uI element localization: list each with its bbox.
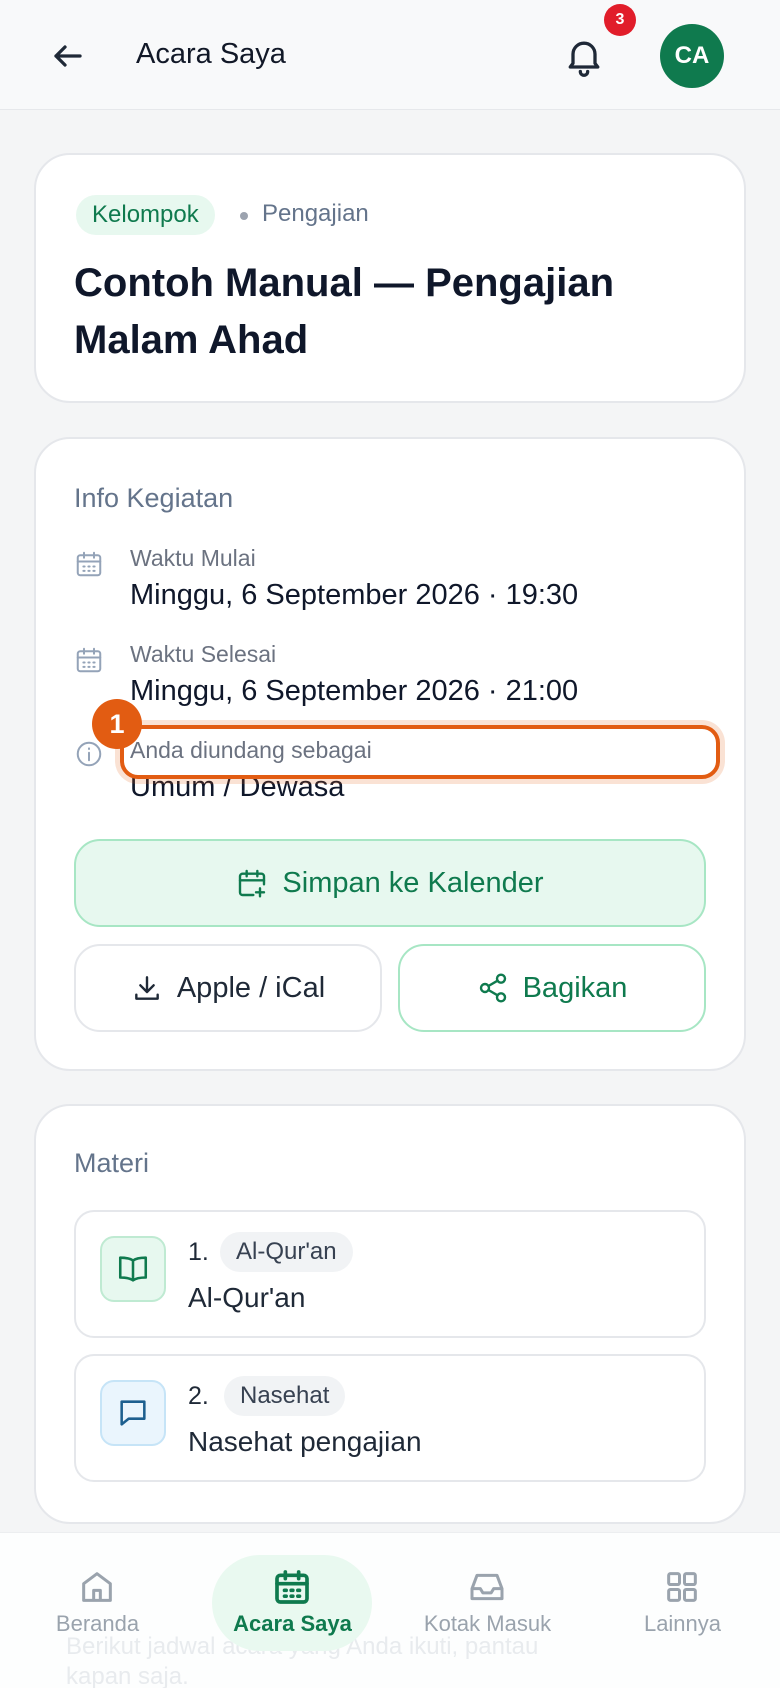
material-number: 2.	[188, 1382, 209, 1410]
start-time-label: Waktu Mulai	[130, 545, 256, 571]
materials-card: Materi 1. Al-Qur'an Al-Qur'an 2. Nasehat…	[34, 1104, 746, 1524]
material-title: Nasehat pengajian	[188, 1426, 422, 1457]
nav-item-lainnya[interactable]: Lainnya	[585, 1533, 780, 1688]
ical-label: Apple / iCal	[176, 971, 326, 1004]
list-item[interactable]: 1. Al-Qur'an Al-Qur'an	[74, 1210, 706, 1338]
share-icon	[479, 973, 506, 1003]
step-marker: 1	[92, 699, 142, 749]
save-to-calendar-label: Simpan ke Kalender	[282, 866, 544, 899]
material-tag: Al-Qur'an	[220, 1232, 353, 1272]
nav-label: Beranda	[55, 1611, 140, 1636]
calendar-icon	[76, 647, 102, 673]
end-time-value: Minggu, 6 September 2026 · 21:00	[130, 675, 579, 707]
nav-item-acara-saya[interactable]: Acara Saya	[195, 1533, 390, 1688]
download-icon	[134, 976, 159, 1000]
separator-dot	[240, 212, 248, 220]
avatar[interactable]: CA	[660, 24, 724, 88]
notification-badge: 3	[604, 4, 636, 36]
nav-label: Lainnya	[643, 1611, 722, 1636]
event-header-card: Kelompok Pengajian Contoh Manual — Penga…	[34, 153, 746, 403]
inbox-icon	[470, 1573, 504, 1601]
share-button[interactable]: Bagikan	[398, 944, 706, 1032]
calendar-plus-icon	[239, 869, 266, 898]
material-tag: Nasehat	[224, 1376, 346, 1416]
info-card: Info Kegiatan Waktu Mulai Minggu, 6 Sept…	[34, 437, 746, 1071]
end-time-label: Waktu Selesai	[130, 641, 277, 667]
highlight-box	[120, 725, 720, 779]
ical-download-button[interactable]: Apple / iCal	[74, 944, 382, 1032]
calendar-icon	[275, 1570, 309, 1604]
bell-icon[interactable]	[562, 34, 606, 78]
home-icon	[82, 1572, 112, 1602]
nav-item-kotak-masuk[interactable]: Kotak Masuk	[390, 1533, 585, 1688]
list-item[interactable]: 2. Nasehat Nasehat pengajian	[74, 1354, 706, 1482]
grid-icon	[667, 1572, 697, 1602]
calendar-icon	[76, 551, 102, 577]
event-category: Pengajian	[262, 200, 369, 227]
start-time-value: Minggu, 6 September 2026 · 19:30	[130, 579, 579, 611]
share-label: Bagikan	[522, 971, 628, 1004]
material-title: Al-Qur'an	[188, 1282, 306, 1313]
top-app-bar: Acara Saya 3 CA	[0, 0, 780, 110]
message-icon	[100, 1380, 166, 1446]
book-icon	[100, 1236, 166, 1302]
page-title: Acara Saya	[136, 38, 286, 70]
info-circle-icon	[76, 741, 102, 767]
event-title: Contoh Manual — Pengajian Malam Ahad	[74, 261, 615, 362]
save-to-calendar-button[interactable]: Simpan ke Kalender	[74, 839, 706, 927]
nav-label: Acara Saya	[233, 1611, 352, 1636]
nav-label: Kotak Masuk	[423, 1611, 552, 1636]
nav-item-beranda[interactable]: Beranda	[0, 1533, 195, 1688]
info-section-title: Info Kegiatan	[74, 483, 234, 513]
event-type-chip: Kelompok	[76, 195, 215, 235]
back-arrow-icon[interactable]	[50, 38, 86, 74]
bottom-navigation: Berikut jadwal acara yang Anda ikuti, pa…	[0, 1532, 780, 1688]
material-number: 1.	[188, 1238, 209, 1266]
materials-section-title: Materi	[74, 1148, 150, 1178]
